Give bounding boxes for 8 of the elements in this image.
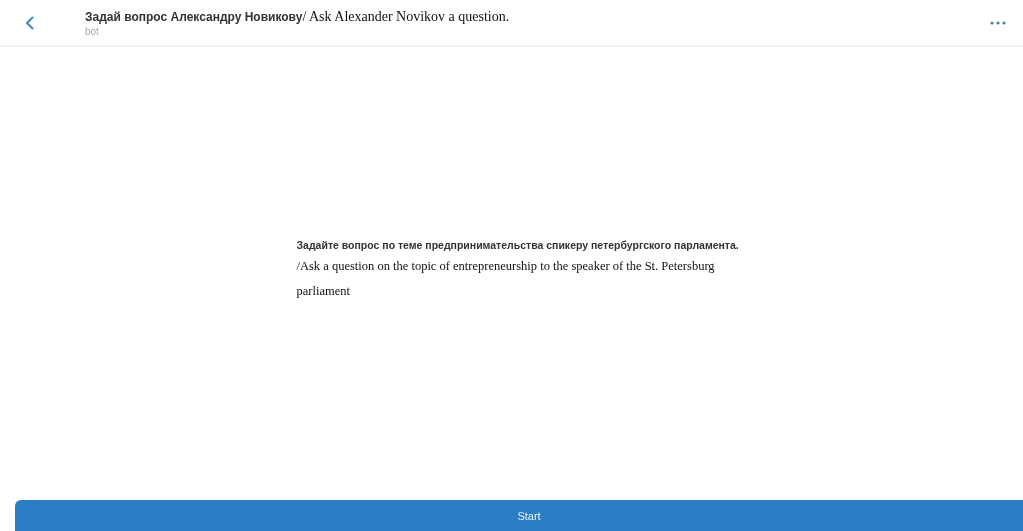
chat-title: Задай вопрос Александру Новикову bbox=[85, 9, 303, 24]
chat-subtitle: bot bbox=[85, 25, 100, 37]
description-text: Задайте вопрос по теме предпринимательства спикеру петербургского парламента. bbox=[296, 238, 739, 251]
back-icon[interactable] bbox=[25, 15, 35, 30]
title-translation: / Ask Alexander Novikov a question. bbox=[302, 8, 510, 25]
description-translation: /Ask a question on the topic of entrepreneurship to the speaker of the St. Petersburg parliament bbox=[296, 258, 715, 298]
more-icon[interactable] bbox=[990, 20, 1006, 25]
start-button[interactable]: Start bbox=[15, 500, 1023, 531]
